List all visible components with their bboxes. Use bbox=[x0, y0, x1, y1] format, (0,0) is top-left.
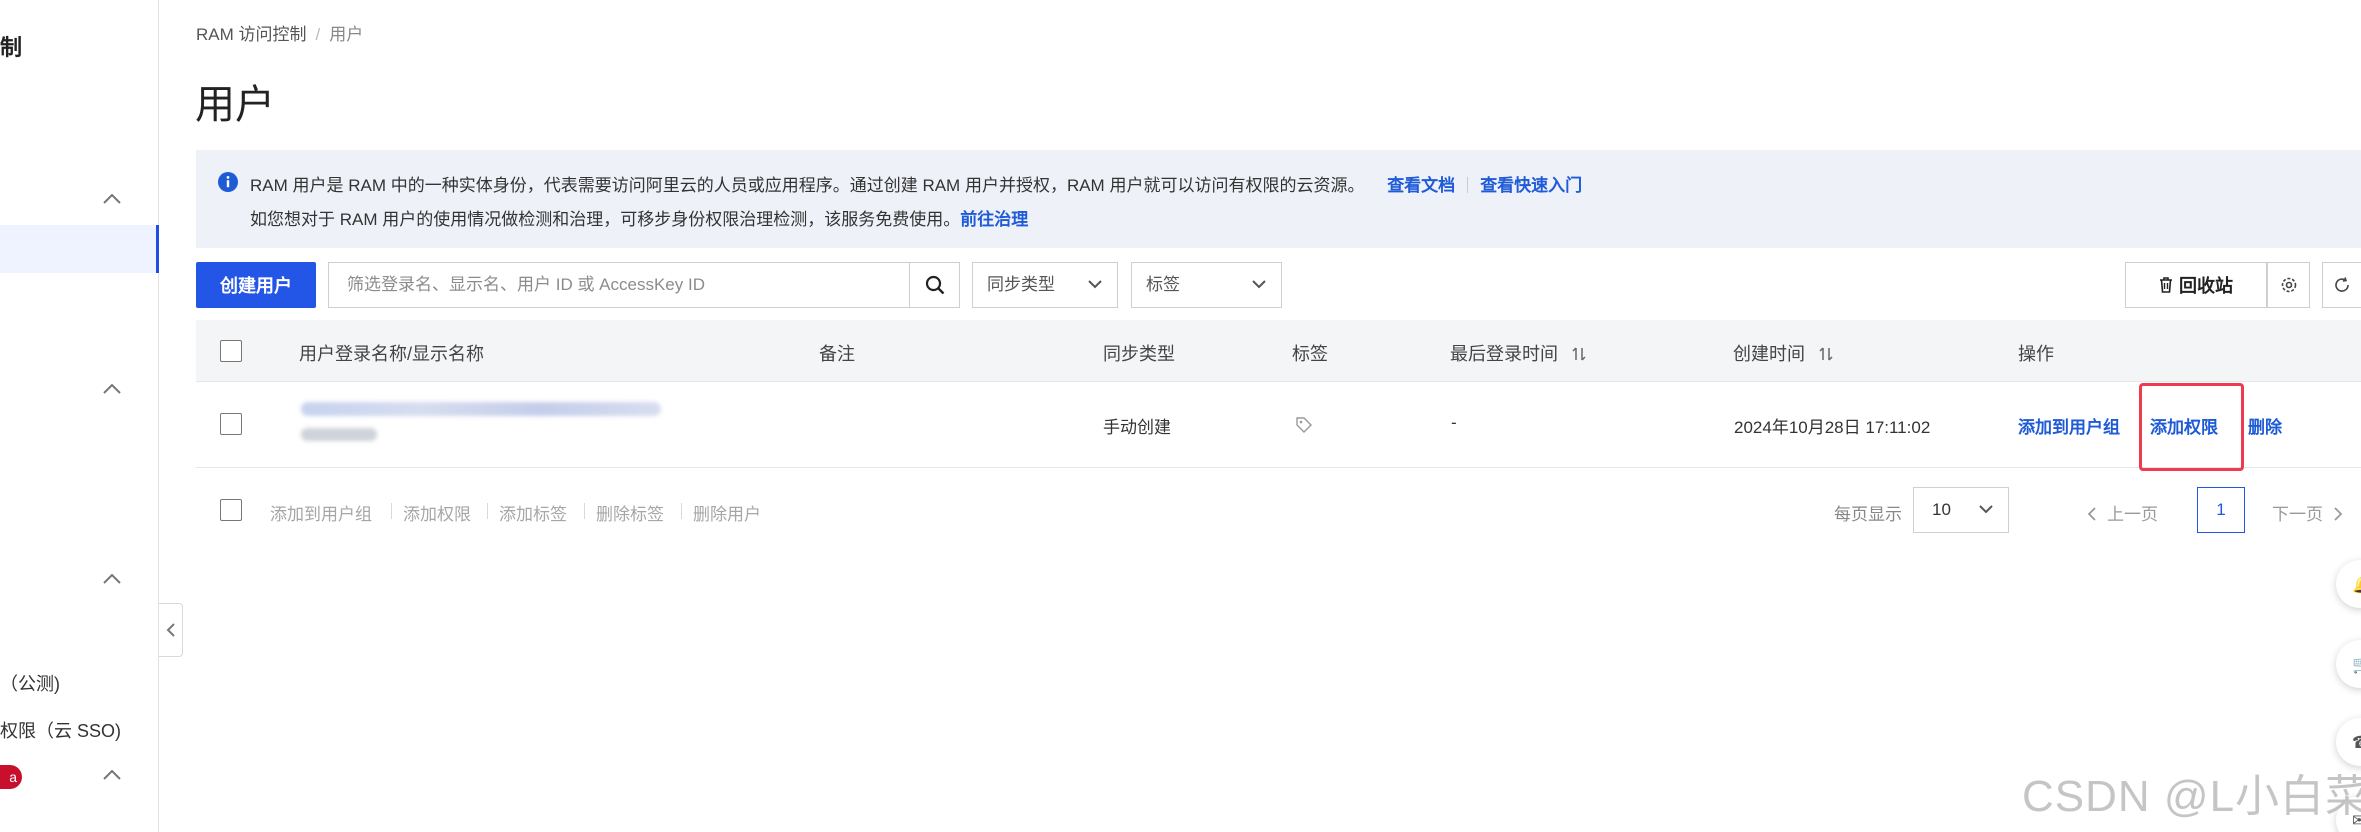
bulk-add-tag[interactable]: 添加标签 bbox=[499, 500, 567, 525]
page-1-button[interactable]: 1 bbox=[2197, 487, 2245, 533]
next-page-button[interactable]: 下一页 bbox=[2272, 500, 2343, 525]
refresh-button[interactable] bbox=[2322, 262, 2361, 308]
table-row: 手动创建 - 2024年10月28日 17:11:02 添加到用户组 添加权限 … bbox=[196, 382, 2361, 468]
gear-icon bbox=[2281, 277, 2296, 293]
chevron-down-icon bbox=[1088, 280, 1102, 289]
chevron-up-icon[interactable] bbox=[102, 192, 122, 206]
view-quickstart-link[interactable]: 查看快速入门 bbox=[1480, 176, 1582, 195]
info-notice: RAM 用户是 RAM 中的一种实体身份，代表需要访问阿里云的人员或应用程序。通… bbox=[196, 150, 2361, 248]
search-icon bbox=[925, 275, 944, 295]
col-actions: 操作 bbox=[2018, 344, 2054, 364]
go-govern-link[interactable]: 前往治理 bbox=[960, 210, 1028, 229]
page-size-value: 10 bbox=[1932, 500, 1951, 519]
col-last-login[interactable]: 最后登录时间 bbox=[1450, 340, 1587, 366]
tag-icon[interactable] bbox=[1295, 416, 1313, 434]
select-all-checkbox[interactable] bbox=[220, 340, 242, 362]
col-created[interactable]: 创建时间 bbox=[1733, 340, 1834, 366]
chevron-left-icon bbox=[2087, 507, 2096, 521]
divider bbox=[584, 503, 585, 519]
chevron-up-icon[interactable] bbox=[102, 572, 122, 586]
cell-last-login: - bbox=[1451, 413, 1457, 432]
divider bbox=[1467, 177, 1469, 193]
prev-page-label: 上一页 bbox=[2107, 505, 2158, 524]
tag-select[interactable]: 标签 bbox=[1131, 262, 1282, 308]
sidebar-collapse-button[interactable] bbox=[159, 603, 183, 657]
cell-created: 2024年10月28日 17:11:02 bbox=[1734, 418, 1931, 437]
divider bbox=[681, 503, 682, 519]
page-title: 用户 bbox=[195, 83, 275, 127]
bulk-select-checkbox[interactable] bbox=[220, 499, 242, 521]
chevron-right-icon bbox=[2334, 507, 2343, 521]
col-created-label: 创建时间 bbox=[1733, 344, 1805, 364]
recycle-bin-button[interactable]: 回收站 bbox=[2125, 262, 2267, 308]
next-page-label: 下一页 bbox=[2272, 505, 2323, 524]
sidebar-title: 制 bbox=[0, 35, 23, 60]
chevron-up-icon[interactable] bbox=[102, 382, 122, 396]
breadcrumb-current: 用户 bbox=[329, 25, 364, 44]
breadcrumb: RAM 访问控制 / 用户 bbox=[196, 20, 363, 45]
sidebar: 制 （公测) 权限（云 SSO) a bbox=[0, 0, 159, 832]
delete-user-link[interactable]: 删除 bbox=[2248, 413, 2282, 438]
sidebar-item-users-active[interactable] bbox=[0, 225, 159, 273]
chevron-down-icon bbox=[1979, 505, 1993, 514]
sort-icon[interactable] bbox=[1571, 346, 1587, 362]
col-tags: 标签 bbox=[1292, 344, 1328, 364]
bell-icon: 🔔 bbox=[2352, 575, 2361, 595]
prev-page-button[interactable]: 上一页 bbox=[2087, 500, 2158, 525]
divider bbox=[487, 503, 488, 519]
recycle-bin-label: 回收站 bbox=[2179, 276, 2233, 296]
watermark: CSDN @L小白菜 bbox=[2022, 772, 2361, 821]
per-page-label: 每页显示 bbox=[1834, 505, 1902, 524]
blurred-username[interactable] bbox=[301, 402, 661, 416]
add-permission-highlight bbox=[2139, 383, 2244, 471]
bulk-remove-tag[interactable]: 删除标签 bbox=[596, 500, 664, 525]
bulk-add-permission[interactable]: 添加权限 bbox=[403, 500, 471, 525]
search-box bbox=[328, 262, 960, 308]
sync-type-select[interactable]: 同步类型 bbox=[972, 262, 1118, 308]
breadcrumb-root[interactable]: RAM 访问控制 bbox=[196, 25, 307, 44]
sidebar-item-cloud-sso[interactable]: 权限（云 SSO) bbox=[0, 717, 121, 743]
view-docs-link[interactable]: 查看文档 bbox=[1387, 176, 1455, 195]
bulk-delete-user[interactable]: 删除用户 bbox=[693, 500, 761, 525]
notice-text: RAM 用户是 RAM 中的一种实体身份，代表需要访问阿里云的人员或应用程序。通… bbox=[250, 176, 1365, 195]
breadcrumb-separator: / bbox=[315, 25, 321, 44]
headset-icon: ☎ bbox=[2352, 733, 2361, 753]
notification-float-button[interactable]: 🔔 bbox=[2336, 560, 2361, 608]
sidebar-item-beta[interactable]: （公测) bbox=[0, 670, 60, 696]
notice-line-1: RAM 用户是 RAM 中的一种实体身份，代表需要访问阿里云的人员或应用程序。通… bbox=[250, 171, 1582, 196]
cart-float-button[interactable]: 🛒 bbox=[2336, 640, 2361, 688]
chevron-up-icon[interactable] bbox=[102, 768, 122, 782]
tag-select-label: 标签 bbox=[1146, 275, 1180, 294]
add-to-group-link[interactable]: 添加到用户组 bbox=[2018, 413, 2120, 438]
search-input[interactable] bbox=[329, 263, 911, 307]
col-remark: 备注 bbox=[819, 344, 855, 364]
chevron-down-icon bbox=[1252, 280, 1266, 289]
col-last-login-label: 最后登录时间 bbox=[1450, 344, 1558, 364]
table-header: 用户登录名称/显示名称 备注 同步类型 标签 最后登录时间 创建时间 操作 bbox=[196, 320, 2361, 382]
blurred-display-name bbox=[301, 428, 377, 441]
trash-icon bbox=[2160, 277, 2172, 293]
col-username: 用户登录名称/显示名称 bbox=[299, 344, 484, 364]
beta-badge: a bbox=[0, 765, 22, 789]
info-icon bbox=[218, 172, 238, 192]
cell-sync-type: 手动创建 bbox=[1103, 418, 1171, 437]
row-checkbox[interactable] bbox=[220, 413, 242, 435]
page-size-select[interactable]: 10 bbox=[1913, 487, 2009, 533]
sync-type-label: 同步类型 bbox=[987, 275, 1055, 294]
create-user-button[interactable]: 创建用户 bbox=[196, 262, 316, 308]
refresh-icon bbox=[2335, 277, 2349, 292]
support-float-button[interactable]: ☎ bbox=[2336, 718, 2361, 766]
notice-line-2: 如您想对于 RAM 用户的使用情况做检测和治理，可移步身份权限治理检测，该服务免… bbox=[250, 205, 1028, 230]
divider bbox=[391, 503, 392, 519]
col-sync-type: 同步类型 bbox=[1103, 344, 1175, 364]
cart-icon: 🛒 bbox=[2352, 655, 2361, 675]
settings-button[interactable] bbox=[2267, 262, 2310, 308]
notice-text-2: 如您想对于 RAM 用户的使用情况做检测和治理，可移步身份权限治理检测，该服务免… bbox=[250, 210, 961, 229]
bulk-add-to-group[interactable]: 添加到用户组 bbox=[270, 500, 372, 525]
sort-icon[interactable] bbox=[1818, 346, 1834, 362]
search-button[interactable] bbox=[909, 263, 959, 307]
chevron-left-icon bbox=[166, 623, 175, 637]
